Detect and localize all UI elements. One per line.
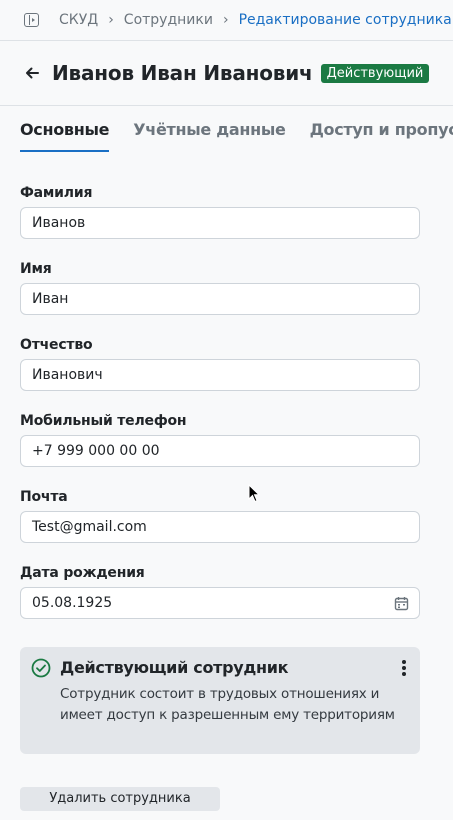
breadcrumb-bar: СКУД › Сотрудники › Редактирование сотру… [0, 0, 453, 41]
calendar-icon[interactable] [394, 596, 409, 615]
email-label: Почта [20, 489, 68, 505]
more-vertical-icon[interactable] [402, 660, 406, 678]
status-card-description: Сотрудник состоит в трудовых отношениях … [60, 686, 395, 723]
last-name-label: Фамилия [20, 185, 93, 201]
first-name-group: Имя Иван [20, 261, 420, 315]
phone-label: Мобильный телефон [20, 413, 187, 429]
sidebar-toggle-icon[interactable] [24, 13, 39, 27]
birth-date-field[interactable]: 05.08.1925 [20, 587, 420, 619]
status-badge: Действующий [320, 63, 430, 83]
middle-name-label: Отчество [20, 337, 93, 353]
phone-group: Мобильный телефон +7 999 000 00 00 [20, 413, 420, 467]
birth-date-group: Дата рождения 05.08.1925 [20, 565, 420, 619]
check-circle-icon [31, 658, 51, 682]
tab-credentials[interactable]: Учётные данные [133, 120, 286, 152]
first-name-field[interactable]: Иван [20, 283, 420, 315]
tab-bar: Основные Учётные данные Доступ и пропуск [20, 120, 453, 152]
tab-access[interactable]: Доступ и пропуск [310, 120, 453, 152]
chevron-right-icon: › [222, 12, 229, 28]
mouse-cursor-icon [248, 483, 261, 507]
breadcrumb-item-employees[interactable]: Сотрудники [124, 12, 213, 28]
back-arrow-icon[interactable] [24, 65, 40, 81]
breadcrumb-current: Редактирование сотрудника [238, 12, 452, 28]
breadcrumb-item-skud[interactable]: СКУД [59, 12, 98, 28]
last-name-group: Фамилия Иванов [20, 185, 420, 239]
tab-basic[interactable]: Основные [20, 120, 110, 152]
middle-name-field[interactable]: Иванович [20, 359, 420, 391]
page-header: Иванов Иван Иванович Действующий [0, 41, 453, 106]
last-name-field[interactable]: Иванов [20, 207, 420, 239]
status-card-title: Действующий сотрудник [60, 658, 289, 677]
birth-date-value: 05.08.1925 [32, 595, 113, 611]
delete-employee-button[interactable]: Удалить сотрудника [20, 787, 220, 811]
page-title: Иванов Иван Иванович [52, 61, 313, 85]
phone-field[interactable]: +7 999 000 00 00 [20, 435, 420, 467]
employee-status-card: Действующий сотрудник Сотрудник состоит … [20, 647, 420, 754]
first-name-label: Имя [20, 261, 52, 277]
birth-date-label: Дата рождения [20, 565, 145, 581]
chevron-right-icon: › [108, 12, 114, 28]
email-group: Почта Test@gmail.com [20, 489, 420, 543]
email-field[interactable]: Test@gmail.com [20, 511, 420, 543]
middle-name-group: Отчество Иванович [20, 337, 420, 391]
